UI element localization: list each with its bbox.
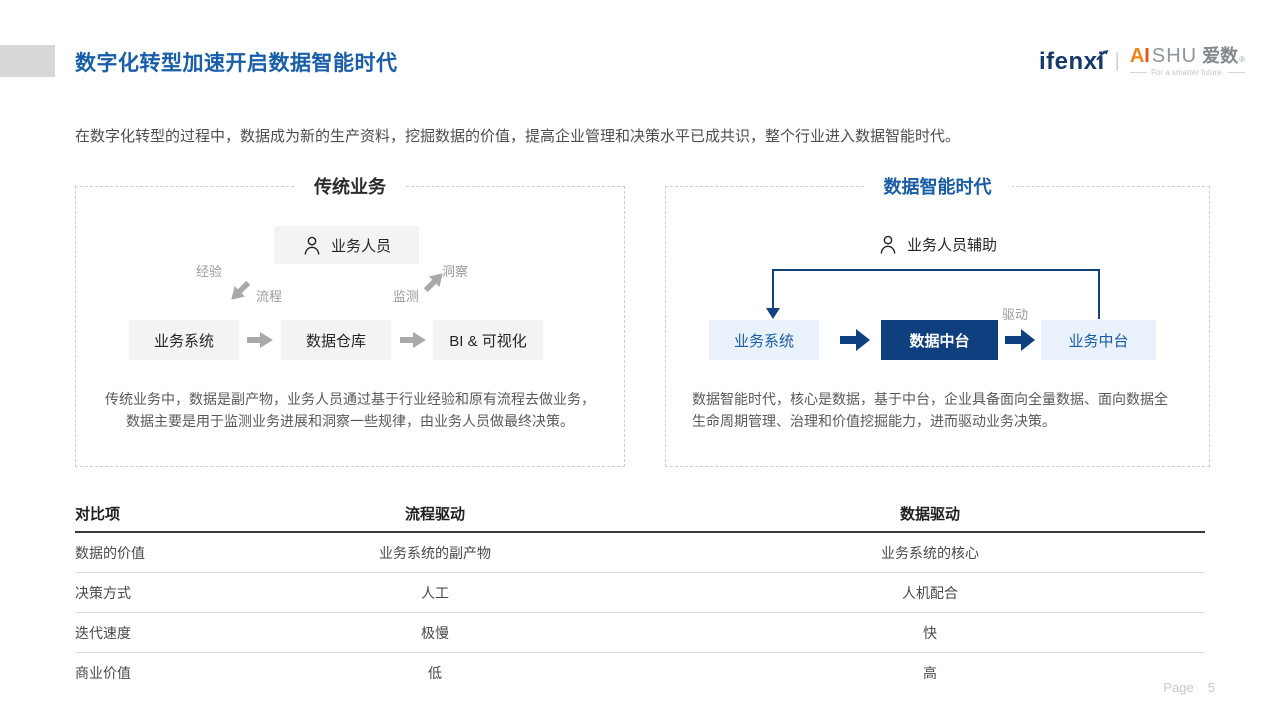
- flow-box-data-warehouse: 数据仓库: [281, 320, 391, 360]
- table-row: 数据的价值 业务系统的副产物 业务系统的核心: [75, 533, 1205, 573]
- ifenxi-logo: ifenxi: [1039, 50, 1105, 74]
- row-data-value: 快: [655, 623, 1205, 643]
- page-label: Page: [1163, 680, 1193, 695]
- arrow-right-navy-icon: [1005, 329, 1035, 356]
- row-label: 数据的价值: [75, 543, 215, 563]
- flow-box-bi-visualization: BI & 可视化: [433, 320, 543, 360]
- table-row: 迭代速度 极慢 快: [75, 613, 1205, 653]
- drive-label: 驱动: [1002, 304, 1028, 323]
- corner-accent-block: [0, 45, 55, 77]
- person-icon: [302, 235, 322, 256]
- traditional-business-panel: 传统业务 业务人员 经验 流程 监测 洞察 业务系统 数据仓库 BI & 可视化…: [75, 186, 625, 467]
- aishu-shu: SHU: [1152, 46, 1197, 66]
- ifenxi-arrow-icon: [1096, 42, 1109, 66]
- aishu-i: I: [1144, 46, 1150, 66]
- business-staff-assist-label: 业务人员辅助: [907, 234, 997, 255]
- aishu-logo: A I SHU 爱数 ® For a smarter future.: [1130, 46, 1245, 77]
- person-icon: [878, 234, 898, 255]
- arrow-right-navy-icon: [840, 329, 870, 356]
- aishu-cn: 爱数: [1202, 47, 1238, 65]
- arrow-right-icon: [247, 332, 273, 353]
- registered-mark: ®: [1239, 56, 1245, 64]
- header-process-driven: 流程驱动: [215, 503, 655, 524]
- comparison-table: 对比项 流程驱动 数据驱动 数据的价值 业务系统的副产物 业务系统的核心 决策方…: [75, 495, 1205, 693]
- row-process-value: 人工: [215, 583, 655, 603]
- row-label: 决策方式: [75, 583, 215, 603]
- row-data-value: 人机配合: [655, 583, 1205, 603]
- traditional-panel-title: 传统业务: [294, 174, 406, 200]
- intelligent-panel-title: 数据智能时代: [864, 174, 1012, 200]
- header-compare-item: 对比项: [75, 503, 215, 524]
- experience-label: 经验: [196, 261, 222, 280]
- flow-box-business-system: 业务系统: [709, 320, 819, 360]
- table-row: 商业价值 低 高: [75, 653, 1205, 693]
- page-value: 5: [1208, 680, 1215, 695]
- arrow-sw-icon: [222, 274, 254, 306]
- logo-tagline: For a smarter future.: [1130, 68, 1245, 77]
- insight-label: 洞察: [442, 261, 468, 280]
- row-label: 迭代速度: [75, 623, 215, 643]
- row-process-value: 极慢: [215, 623, 655, 643]
- logo-group: ifenxi | A I SHU 爱数 ® For a smarter futu…: [1039, 46, 1245, 77]
- row-label: 商业价值: [75, 663, 215, 683]
- business-staff-label: 业务人员: [331, 235, 391, 256]
- flow-box-business-middle-platform: 业务中台: [1041, 320, 1156, 360]
- process-label: 流程: [256, 286, 282, 305]
- comparison-header-row: 对比项 流程驱动 数据驱动: [75, 495, 1205, 533]
- monitor-label: 监测: [393, 286, 419, 305]
- flow-box-business-system: 业务系统: [129, 320, 239, 360]
- row-data-value: 高: [655, 663, 1205, 683]
- business-staff-assist: 业务人员辅助: [666, 234, 1209, 255]
- intelligent-description: 数据智能时代，核心是数据，基于中台，企业具备面向全量数据、面向数据全生命周期管理…: [692, 388, 1179, 432]
- row-data-value: 业务系统的核心: [655, 543, 1205, 563]
- row-process-value: 业务系统的副产物: [215, 543, 655, 563]
- data-intelligence-panel: 数据智能时代 业务人员辅助 业务系统 数据中台 驱动 业务中台 数据智能时代，核…: [665, 186, 1210, 467]
- aishu-a: A: [1130, 46, 1144, 66]
- page-number: Page 5: [1163, 680, 1215, 695]
- row-process-value: 低: [215, 663, 655, 683]
- tagline-text: For a smarter future.: [1151, 68, 1224, 77]
- traditional-description: 传统业务中，数据是副产物，业务人员通过基于行业经验和原有流程去做业务，数据主要是…: [100, 388, 600, 432]
- flow-box-data-middle-platform: 数据中台: [881, 320, 998, 360]
- intro-paragraph: 在数字化转型的过程中，数据成为新的生产资料，挖掘数据的价值，提高企业管理和决策水…: [75, 125, 1195, 146]
- arrow-right-icon: [400, 332, 426, 353]
- logo-divider: |: [1115, 50, 1120, 73]
- slide-title: 数字化转型加速开启数据智能时代: [75, 47, 398, 77]
- presentation-slide: 数字化转型加速开启数据智能时代 ifenxi | A I SHU 爱数 ® Fo…: [0, 0, 1279, 719]
- header-data-driven: 数据驱动: [655, 503, 1205, 524]
- business-staff-box: 业务人员: [274, 226, 419, 264]
- table-row: 决策方式 人工 人机配合: [75, 573, 1205, 613]
